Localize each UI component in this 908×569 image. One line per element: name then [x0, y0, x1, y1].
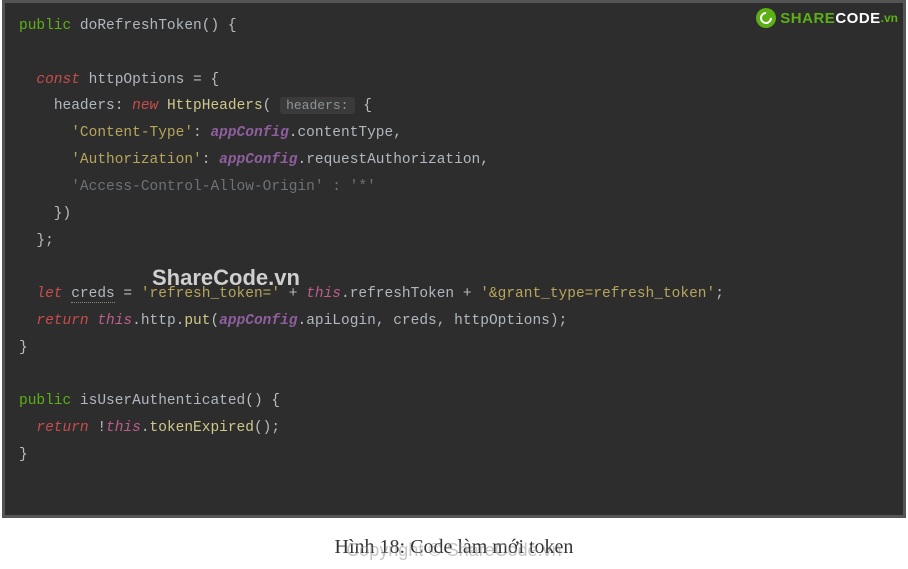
keyword-let: let [36, 286, 62, 302]
param-hint: headers: [280, 97, 354, 114]
keyword-const: const [36, 72, 80, 88]
sharecode-logo: SHARECODE.vn [756, 8, 898, 28]
copyright-watermark: Copyright © ShareCode.vn [0, 540, 908, 561]
keyword-return: return [36, 313, 88, 329]
keyword-public: public [19, 18, 71, 34]
method-name: doRefreshToken [80, 18, 202, 34]
watermark-center: ShareCode.vn [152, 265, 300, 291]
logo-icon [756, 8, 776, 28]
code-block: public doRefreshToken() { const httpOpti… [2, 0, 906, 518]
